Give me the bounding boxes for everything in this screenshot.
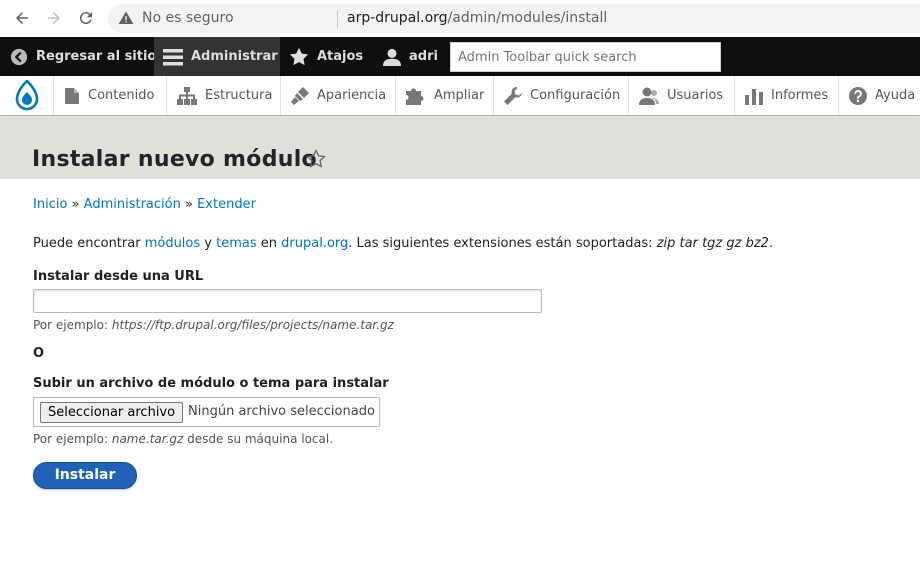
tray-item-label: Ayuda [875,88,916,103]
manage-label: Administrar [191,49,278,64]
wrench-icon [504,86,522,105]
file-status-text: Ningún archivo seleccionado [188,404,375,419]
upload-example: name.tar.gz [111,432,184,446]
page-header: Instalar nuevo módulo [0,117,920,179]
forward-button[interactable] [38,2,70,34]
tray-item-label: Usuarios [667,88,724,103]
breadcrumb-link-home[interactable]: Inicio [33,197,67,212]
intro-text: Puede encontrar módulos y temas en drupa… [33,236,773,251]
shortcuts-tab[interactable]: Atajos [289,37,363,76]
puzzle-icon [406,88,424,105]
arrow-left-icon [16,12,28,24]
upload-example-suffix: desde su máquina local. [183,432,334,446]
tray-item-people[interactable]: Usuarios [629,76,735,115]
breadcrumb-separator: » [184,197,193,212]
shortcut-star-icon[interactable] [306,148,326,172]
drupal-org-link[interactable]: drupal.org [281,236,348,251]
paintbrush-icon [291,86,309,105]
upload-example-prefix: Por ejemplo: [33,432,112,446]
file-upload-field[interactable]: Seleccionar archivo Ningún archivo selec… [33,397,380,427]
back-to-site-label: Regresar al sitio [36,49,157,64]
url-path: /admin/modules/install [447,10,608,26]
intro-and: y [200,236,217,251]
admin-quick-search-input[interactable] [450,42,721,72]
intro-prefix: Puede encontrar [33,236,145,251]
chevron-left-circle-icon [10,48,28,65]
breadcrumb: Inicio » Administración » Extender [33,197,256,212]
back-button[interactable] [6,2,38,34]
install-url-label: Instalar desde una URL [33,269,204,284]
intro-suffix: . Las siguientes extensiones están sopor… [348,236,657,251]
address-divider [337,10,338,28]
admin-toolbar: Regresar al sitio Administrar Atajos adr… [0,37,920,76]
install-url-input[interactable] [33,289,542,313]
tray-item-label: Configuración [530,88,621,103]
supported-formats: zip tar tgz gz bz2 [656,236,769,251]
bar-chart-icon [745,88,763,105]
or-separator: O [33,346,45,361]
shortcuts-label: Atajos [317,49,364,64]
install-button[interactable]: Instalar [33,462,137,489]
tray-item-structure[interactable]: Estructura [167,76,281,115]
breadcrumb-link-admin[interactable]: Administración [84,197,181,212]
file-icon [65,87,79,104]
tray-item-help[interactable]: Ayuda [839,76,920,115]
intro-in: en [256,236,282,251]
url-text: arp-drupal.org/admin/modules/install [347,10,607,26]
url-host: arp-drupal.org [347,10,448,26]
reload-icon [79,12,92,25]
user-label: adri [409,49,438,64]
user-tab[interactable]: adri [383,37,438,76]
choose-file-button[interactable]: Seleccionar archivo [40,402,184,423]
tray-item-appearance[interactable]: Apariencia [281,76,396,115]
upload-label: Subir un archivo de módulo o tema para i… [33,376,389,391]
address-bar[interactable]: No es seguro arp-drupal.org/admin/module… [108,4,920,33]
browser-toolbar: No es seguro arp-drupal.org/admin/module… [0,0,920,37]
hamburger-icon [163,48,183,65]
intro-end: . [768,236,774,251]
tray-item-label: Informes [771,88,829,103]
url-description: Por ejemplo: https://ftp.drupal.org/file… [33,318,394,332]
drupal-drop-icon [15,80,38,111]
back-to-site-link[interactable]: Regresar al sitio [10,37,156,76]
tray-item-label: Ampliar [434,88,485,103]
tray-item-content[interactable]: Contenido [54,76,167,115]
reload-button[interactable] [70,2,102,34]
help-icon [849,86,867,105]
people-icon [639,87,659,105]
url-example: https://ftp.drupal.org/files/projects/na… [111,318,394,332]
tray-item-reports[interactable]: Informes [735,76,839,115]
admin-tray: Contenido Estructura Apariencia Ampliar … [0,76,920,116]
manage-tab[interactable]: Administrar [154,37,280,76]
tray-item-label: Estructura [205,88,273,103]
star-icon [289,47,309,66]
tray-item-configuration[interactable]: Configuración [494,76,629,115]
sitemap-icon [177,86,197,105]
upload-description: Por ejemplo: name.tar.gz desde su máquin… [33,432,333,446]
modules-link[interactable]: módulos [145,236,200,251]
insecure-label: No es seguro [142,10,234,26]
url-example-prefix: Por ejemplo: [33,318,112,332]
breadcrumb-separator: » [71,197,80,212]
page-title: Instalar nuevo módulo [32,147,317,172]
tray-item-extend[interactable]: Ampliar [396,76,494,115]
themes-link[interactable]: temas [216,236,257,251]
tray-item-label: Apariencia [317,88,387,103]
user-icon [383,48,401,66]
tray-item-label: Contenido [88,88,155,103]
warning-icon [118,10,134,30]
drupal-logo-link[interactable] [0,76,54,115]
breadcrumb-link-extend[interactable]: Extender [197,197,256,212]
arrow-right-icon [48,12,60,24]
